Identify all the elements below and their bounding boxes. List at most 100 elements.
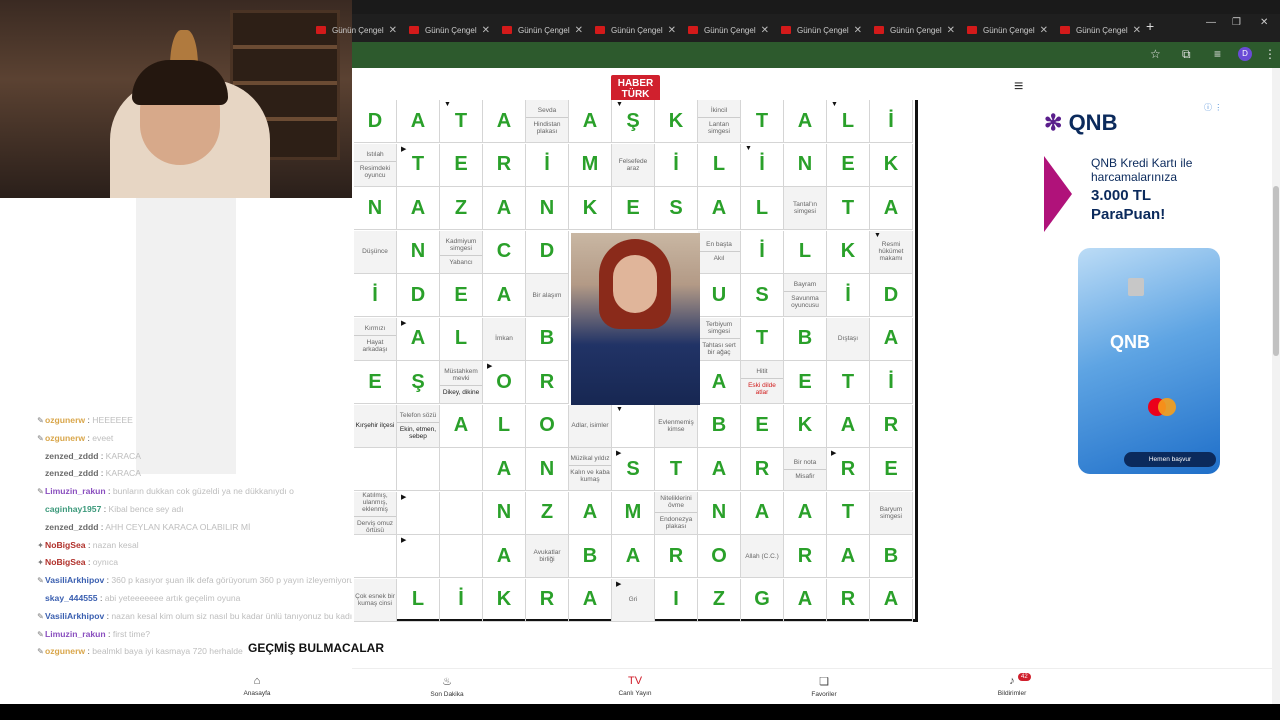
new-tab-button[interactable]: + xyxy=(1146,18,1154,34)
chat-username[interactable]: Limuzin_rakun xyxy=(45,486,106,496)
browser-tab[interactable]: Günün Çengel ✕ xyxy=(308,18,401,42)
crossword-letter-cell[interactable]: A xyxy=(483,535,526,578)
crossword-letter-cell[interactable]: O xyxy=(526,404,569,448)
chat-username[interactable]: NoBigSea xyxy=(45,540,86,550)
crossword-letter-cell[interactable]: T xyxy=(741,100,784,143)
crossword-letter-cell[interactable]: L xyxy=(741,187,784,230)
browser-tab[interactable]: Günün Çengel ✕ xyxy=(1052,18,1145,42)
crossword-letter-cell[interactable]: T xyxy=(655,448,698,491)
crossword-letter-cell[interactable]: A xyxy=(784,491,827,535)
crossword-letter-cell[interactable]: N xyxy=(526,448,569,491)
crossword-letter-cell[interactable]: K xyxy=(655,100,698,143)
crossword-letter-cell[interactable]: S xyxy=(655,187,698,230)
crossword-letter-cell[interactable]: C xyxy=(483,230,526,274)
tab-close-icon[interactable]: ✕ xyxy=(482,25,490,36)
crossword-letter-cell[interactable]: A xyxy=(827,404,870,448)
crossword-letter-cell[interactable]: İ xyxy=(827,274,870,317)
crossword-letter-cell[interactable]: E xyxy=(612,187,655,230)
crossword-letter-cell[interactable]: R xyxy=(526,578,569,622)
crossword-letter-cell[interactable]: R xyxy=(655,535,698,578)
crossword-empty-cell[interactable] xyxy=(397,448,440,491)
chat-username[interactable]: NoBigSea xyxy=(45,557,86,567)
crossword-letter-cell[interactable]: A xyxy=(784,100,827,143)
crossword-letter-cell[interactable]: E xyxy=(741,404,784,448)
qnb-advertisement[interactable]: ⓘ ⋮ ✻ QNB QNB Kredi Kartı ile harcamalar… xyxy=(1036,100,1223,476)
tab-close-icon[interactable]: ✕ xyxy=(761,25,769,36)
chat-username[interactable]: ozgunerw xyxy=(45,646,85,656)
crossword-empty-cell[interactable] xyxy=(440,491,483,535)
crossword-letter-cell[interactable]: A xyxy=(397,100,440,143)
crossword-letter-cell[interactable]: T xyxy=(827,361,870,404)
crossword-letter-cell[interactable]: B xyxy=(526,317,569,361)
browser-tab[interactable]: Günün Çengel ✕ xyxy=(773,18,866,42)
crossword-letter-cell[interactable]: Ş xyxy=(397,361,440,404)
crossword-letter-cell[interactable]: A xyxy=(741,491,784,535)
browser-tab[interactable]: Günün Çengel ✕ xyxy=(680,18,773,42)
tab-close-icon[interactable]: ✕ xyxy=(1133,25,1141,36)
crossword-letter-cell[interactable]: A xyxy=(569,100,612,143)
crossword-letter-cell[interactable]: K xyxy=(784,404,827,448)
browser-tab[interactable]: Günün Çengel ✕ xyxy=(494,18,587,42)
crossword-letter-cell[interactable]: D xyxy=(526,230,569,274)
crossword-letter-cell[interactable]: O xyxy=(698,535,741,578)
close-window-button[interactable]: ✕ xyxy=(1260,17,1268,28)
crossword-letter-cell[interactable]: Z xyxy=(526,491,569,535)
profile-avatar[interactable]: D xyxy=(1238,47,1252,61)
crossword-letter-cell[interactable]: N xyxy=(397,230,440,274)
nav-tv[interactable]: TV Canlı Yayın xyxy=(595,675,675,697)
page-scrollbar[interactable] xyxy=(1272,68,1280,704)
nav-home[interactable]: ⌂ Anasayfa xyxy=(217,675,297,697)
crossword-letter-cell[interactable]: A xyxy=(397,187,440,230)
chat-username[interactable]: ozgunerw xyxy=(45,433,85,443)
crossword-letter-cell[interactable]: A xyxy=(827,535,870,578)
crossword-letter-cell[interactable]: İ xyxy=(870,361,913,404)
crossword-letter-cell[interactable]: A xyxy=(483,100,526,143)
crossword-letter-cell[interactable]: İ xyxy=(354,274,397,317)
crossword-letter-cell[interactable]: I xyxy=(655,578,698,622)
crossword-letter-cell[interactable]: T xyxy=(827,187,870,230)
crossword-letter-cell[interactable]: E xyxy=(440,143,483,187)
browser-tab[interactable]: Günün Çengel ✕ xyxy=(959,18,1052,42)
crossword-letter-cell[interactable]: R xyxy=(526,361,569,404)
chat-username[interactable]: VasiliArkhipov xyxy=(45,575,104,585)
crossword-letter-cell[interactable]: E xyxy=(440,274,483,317)
crossword-letter-cell[interactable]: A xyxy=(698,448,741,491)
apply-now-button[interactable]: Hemen başvur xyxy=(1124,452,1216,467)
crossword-letter-cell[interactable]: T xyxy=(827,491,870,535)
media-control-icon[interactable]: ≡ xyxy=(1214,47,1221,61)
bookmark-star-icon[interactable]: ☆ xyxy=(1150,47,1161,61)
crossword-letter-cell[interactable]: B xyxy=(569,535,612,578)
crossword-letter-cell[interactable]: İ xyxy=(870,100,913,143)
browser-tab[interactable]: Günün Çengel ✕ xyxy=(401,18,494,42)
chat-username[interactable]: ozgunerw xyxy=(45,415,85,425)
crossword-empty-cell[interactable] xyxy=(354,535,397,578)
crossword-letter-cell[interactable]: İ xyxy=(655,143,698,187)
crossword-letter-cell[interactable]: K xyxy=(870,143,913,187)
crossword-empty-cell[interactable] xyxy=(440,448,483,491)
chat-username[interactable]: zenzed_zddd xyxy=(45,468,98,478)
crossword-letter-cell[interactable]: D xyxy=(870,274,913,317)
crossword-letter-cell[interactable]: A xyxy=(870,317,913,361)
crossword-letter-cell[interactable]: D xyxy=(397,274,440,317)
crossword-letter-cell[interactable]: S xyxy=(741,274,784,317)
crossword-letter-cell[interactable]: M xyxy=(612,491,655,535)
crossword-letter-cell[interactable]: E xyxy=(354,361,397,404)
crossword-letter-cell[interactable]: A xyxy=(483,274,526,317)
minimize-button[interactable]: — xyxy=(1206,17,1216,28)
tab-close-icon[interactable]: ✕ xyxy=(389,25,397,36)
chat-username[interactable]: VasiliArkhipov xyxy=(45,611,104,621)
crossword-letter-cell[interactable]: A xyxy=(870,187,913,230)
crossword-letter-cell[interactable]: T xyxy=(741,317,784,361)
crossword-letter-cell[interactable]: B xyxy=(784,317,827,361)
crossword-letter-cell[interactable]: Z xyxy=(698,578,741,622)
crossword-letter-cell[interactable]: A xyxy=(569,491,612,535)
crossword-letter-cell[interactable]: N xyxy=(526,187,569,230)
scrollbar-thumb[interactable] xyxy=(1273,186,1279,356)
maximize-button[interactable]: ❐ xyxy=(1232,17,1241,28)
browser-menu-icon[interactable]: ⋮ xyxy=(1264,47,1276,61)
browser-tab[interactable]: Günün Çengel ✕ xyxy=(866,18,959,42)
crossword-letter-cell[interactable]: B xyxy=(870,535,913,578)
crossword-letter-cell[interactable]: A xyxy=(784,578,827,622)
chat-username[interactable]: Limuzin_rakun xyxy=(45,629,106,639)
nav-flame[interactable]: ♨ Son Dakika xyxy=(407,675,487,698)
